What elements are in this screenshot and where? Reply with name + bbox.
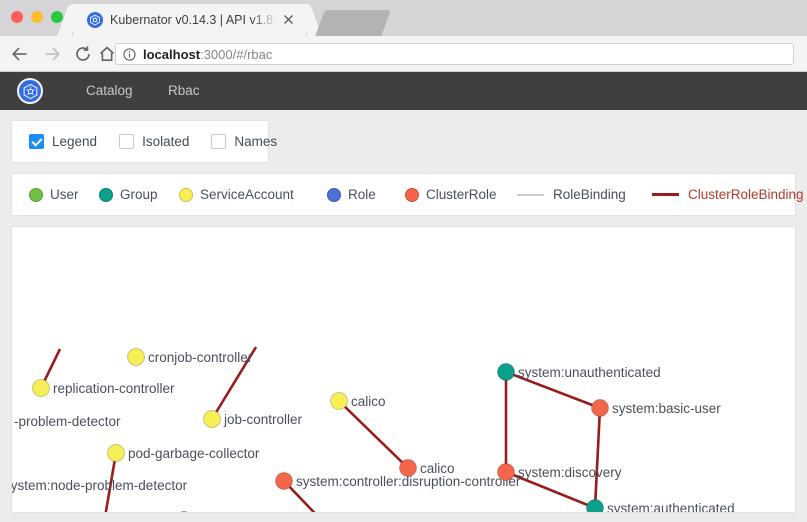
legend-label-rolebinding: RoleBinding <box>553 187 626 202</box>
legend-label-user: User <box>50 187 79 202</box>
graph-node-label[interactable]: replication-controller <box>53 381 175 396</box>
rbac-graph-svg[interactable]: kube-systemkube-browsercronjob-controlle… <box>12 227 795 512</box>
home-icon[interactable] <box>97 44 117 64</box>
legend-item-role: Role <box>327 187 376 202</box>
page-body: Legend Isolated Names User Group Service… <box>0 110 807 522</box>
page-bottom-edge <box>0 516 807 522</box>
checkbox-names[interactable] <box>211 134 227 149</box>
option-names[interactable]: Names <box>211 134 277 149</box>
graph-edge[interactable] <box>521 507 596 512</box>
legend-label-serviceaccount: ServiceAccount <box>200 187 294 202</box>
graph-edge[interactable] <box>593 407 602 509</box>
address-bar[interactable]: localhost :3000/#/rbac <box>115 43 794 65</box>
option-names-label: Names <box>234 134 278 149</box>
option-legend[interactable]: Legend <box>29 134 97 149</box>
option-isolated-label: Isolated <box>142 134 190 149</box>
graph-node[interactable] <box>591 399 609 417</box>
legend-item-rolebinding: RoleBinding <box>517 187 626 202</box>
rbac-graph-panel[interactable]: kube-systemkube-browsercronjob-controlle… <box>11 226 796 513</box>
legend-item-serviceaccount: ServiceAccount <box>179 187 294 202</box>
legend-swatch-role <box>327 187 341 202</box>
graph-node-label[interactable]: cronjob-controller <box>148 350 253 365</box>
minimize-window-button[interactable] <box>31 11 43 23</box>
graph-node[interactable] <box>330 392 348 410</box>
graph-node-label[interactable]: system:authenticated <box>607 501 735 512</box>
browser-tab-title: Kubernator v0.14.3 | API v1.8.1 <box>110 13 278 27</box>
option-isolated[interactable]: Isolated <box>119 134 189 149</box>
reload-icon[interactable] <box>73 44 93 64</box>
legend-label-role: Role <box>348 187 376 202</box>
browser-tabstrip: Kubernator v0.14.3 | API v1.8.1 <box>0 0 807 36</box>
close-window-button[interactable] <box>11 11 23 23</box>
graph-edge[interactable] <box>338 400 409 469</box>
graph-node[interactable] <box>497 463 515 481</box>
url-host: localhost <box>143 46 201 62</box>
kubernetes-icon <box>87 12 103 28</box>
checkbox-isolated[interactable] <box>119 134 135 149</box>
legend-line-clusterrolebinding <box>652 193 679 196</box>
back-arrow-icon[interactable] <box>10 44 30 64</box>
graph-node-label[interactable]: -problem-detector <box>14 414 121 429</box>
browser-window: Kubernator v0.14.3 | API v1.8.1 localhos… <box>0 0 807 522</box>
legend-label-group: Group <box>120 187 158 202</box>
graph-node-label[interactable]: system:node-problem-detector <box>12 478 188 493</box>
nav-link-rbac[interactable]: Rbac <box>156 72 212 110</box>
legend-panel: User Group ServiceAccount Role ClusterRo… <box>11 173 804 216</box>
new-tab-area[interactable] <box>315 10 391 36</box>
forward-arrow-icon <box>42 44 62 64</box>
info-circle-icon[interactable] <box>123 47 136 61</box>
legend-item-clusterrolebinding: ClusterRoleBinding <box>652 187 804 202</box>
maximize-window-button[interactable] <box>51 11 63 23</box>
legend-item-clusterrole: ClusterRole <box>405 187 497 202</box>
graph-node[interactable] <box>203 410 221 428</box>
legend-swatch-group <box>99 187 113 202</box>
graph-node-label[interactable]: pod-garbage-collector <box>128 446 260 461</box>
legend-swatch-clusterrole <box>405 187 419 202</box>
nav-link-catalog[interactable]: Catalog <box>74 72 145 110</box>
graph-options-panel: Legend Isolated Names <box>11 120 277 163</box>
checkbox-legend[interactable] <box>29 134 44 149</box>
close-icon[interactable] <box>281 12 296 27</box>
legend-line-rolebinding <box>517 193 544 196</box>
legend-item-group: Group <box>99 187 158 202</box>
legend-item-user: User <box>29 187 79 202</box>
graph-node-label[interactable]: system:unauthenticated <box>518 365 661 380</box>
legend-label-clusterrolebinding: ClusterRoleBinding <box>688 187 804 202</box>
graph-node[interactable] <box>127 348 145 366</box>
graph-node-label[interactable]: job-controller <box>223 412 303 427</box>
graph-node[interactable] <box>497 363 515 381</box>
option-legend-label: Legend <box>52 134 98 149</box>
kubernetes-logo-icon[interactable] <box>17 78 43 104</box>
graph-node[interactable] <box>176 511 193 513</box>
graph-node[interactable] <box>32 379 50 397</box>
graph-node-label[interactable]: system:controller:disruption-controller <box>296 474 521 489</box>
graph-node[interactable] <box>275 472 293 490</box>
app-navbar: Catalog Rbac <box>0 72 807 110</box>
legend-label-clusterrole: ClusterRole <box>426 187 497 202</box>
graph-node-label[interactable]: calico <box>351 394 386 409</box>
graph-node-label[interactable]: system:basic-user <box>612 401 721 416</box>
graph-node-label[interactable]: system:discovery <box>518 465 622 480</box>
legend-swatch-serviceaccount <box>179 187 193 202</box>
graph-node[interactable] <box>107 444 125 462</box>
legend-swatch-user <box>29 187 43 202</box>
browser-tab-active[interactable]: Kubernator v0.14.3 | API v1.8.1 <box>73 4 306 36</box>
url-path: :3000/#/rbac <box>200 46 273 62</box>
graph-node[interactable] <box>586 499 604 513</box>
window-traffic-lights <box>11 11 63 23</box>
